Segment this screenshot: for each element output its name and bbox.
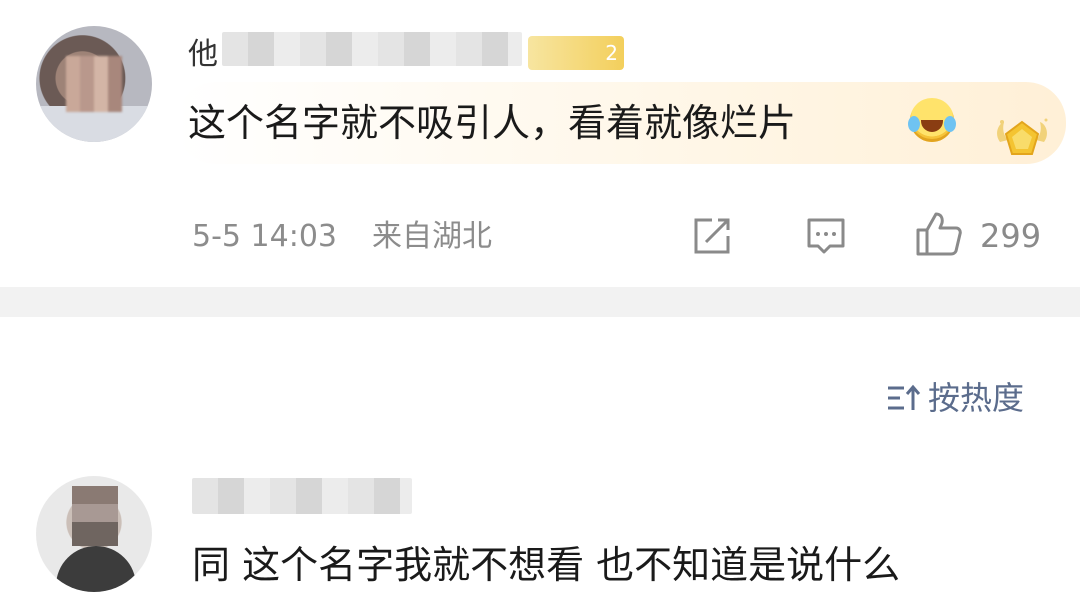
like-count: 299 — [980, 217, 1042, 255]
comment-item: 他 2 这个名字就不吸引人，看着就像烂片 5-5 14:03 来自湖北 299 — [0, 0, 1080, 287]
avatar-mosaic — [66, 56, 122, 112]
timestamp: 5-5 14:03 — [192, 219, 337, 254]
thumbs-up-icon[interactable] — [914, 210, 964, 258]
sort-label: 按热度 — [928, 379, 1025, 417]
sort-by-hot-button[interactable]: 按热度 — [880, 376, 1050, 420]
section-divider — [0, 287, 1080, 317]
comment-text: 这个名字就不吸引人，看着就像烂片 — [188, 101, 797, 145]
avatar[interactable] — [36, 476, 152, 592]
avatar-mosaic — [72, 486, 118, 546]
comment-icon[interactable] — [804, 214, 848, 258]
laughing-crying-emoji-icon — [908, 98, 956, 142]
username[interactable]: 他 — [188, 40, 218, 70]
sort-icon — [888, 384, 921, 410]
vip-badge: 2 — [528, 36, 624, 70]
username-mosaic — [222, 32, 522, 66]
avatar[interactable] — [36, 26, 152, 142]
username-mosaic — [192, 478, 412, 514]
medal-badge-icon — [997, 118, 1048, 155]
comment-text: 同 这个名字我就不想看 也不知道是说什么 — [192, 543, 901, 587]
location: 来自湖北 — [372, 219, 492, 254]
share-icon[interactable] — [690, 214, 734, 258]
